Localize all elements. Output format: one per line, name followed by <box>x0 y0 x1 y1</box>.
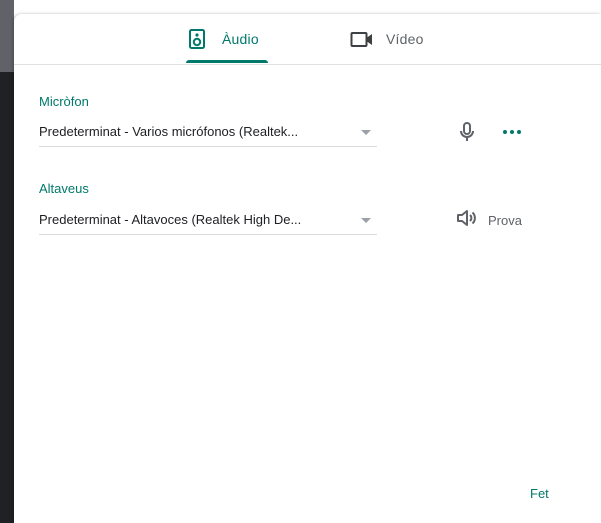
microphone-select[interactable]: Predeterminat - Varios micrófonos (Realt… <box>39 118 377 147</box>
chevron-down-icon <box>361 130 371 135</box>
speaker-test-label: Prova <box>488 212 522 228</box>
tab-video-label: Vídeo <box>386 31 424 47</box>
video-camera-icon <box>350 28 372 50</box>
speakers-section-label: Altaveus <box>39 181 89 196</box>
microphone-icon <box>455 122 479 148</box>
background-strip-top <box>0 0 14 72</box>
tab-bar: Àudio Vídeo <box>14 14 601 65</box>
microphone-level-button[interactable] <box>455 120 479 144</box>
settings-dialog: Àudio Vídeo Micròfon Predeterminat - Var… <box>14 14 601 523</box>
speakers-select[interactable]: Predeterminat - Altavoces (Realtek High … <box>39 206 377 235</box>
done-button[interactable]: Fet <box>530 481 549 505</box>
speaker-test-button[interactable]: Prova <box>454 208 522 232</box>
speakers-select-value: Predeterminat - Altavoces (Realtek High … <box>39 212 302 227</box>
more-horizontal-icon <box>500 127 524 144</box>
microphone-select-value: Predeterminat - Varios micrófonos (Realt… <box>39 124 299 139</box>
speaker-icon <box>186 28 208 50</box>
tab-video[interactable]: Vídeo <box>350 14 440 64</box>
chevron-down-icon <box>361 218 371 223</box>
selected-tab-indicator <box>186 60 268 63</box>
tab-audio-label: Àudio <box>222 31 259 47</box>
microphone-section-label: Micròfon <box>39 94 89 109</box>
tab-audio[interactable]: Àudio <box>186 14 268 64</box>
microphone-more-button[interactable] <box>500 124 524 140</box>
background-app-strip <box>0 0 14 523</box>
background-strip-bottom <box>0 72 14 523</box>
volume-icon <box>454 206 478 235</box>
